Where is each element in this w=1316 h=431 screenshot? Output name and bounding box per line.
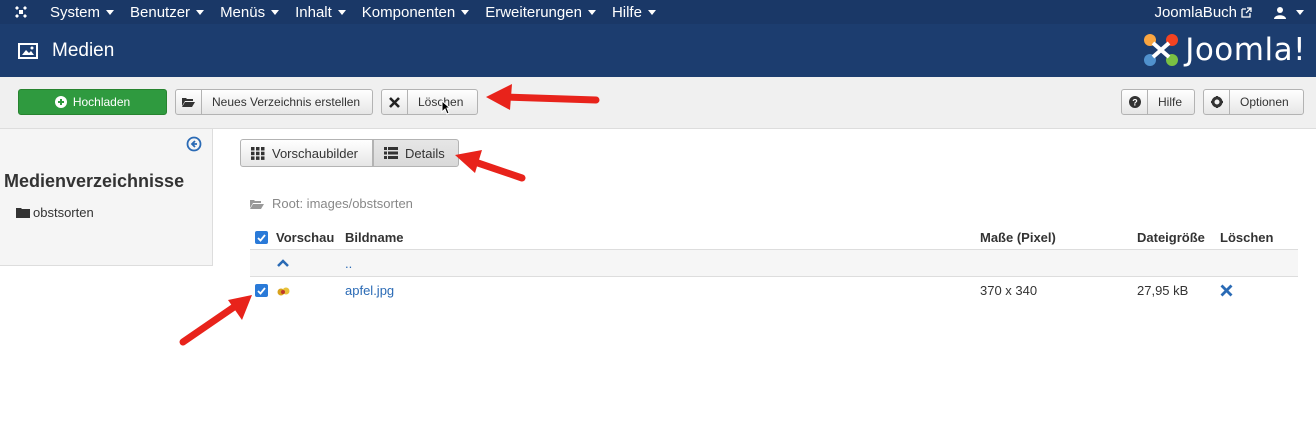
caret-down-icon (271, 9, 280, 15)
row-checkbox[interactable] (255, 284, 268, 297)
image-icon (18, 42, 38, 59)
chevron-up-icon[interactable] (277, 259, 289, 267)
menu-inhalt[interactable]: Inhalt (287, 4, 354, 21)
caret-down-icon (106, 9, 115, 15)
table-row-parent: .. (250, 250, 1298, 277)
breadcrumb: Root: images/obstsorten (250, 196, 413, 211)
menu-erweiterungen[interactable]: Erweiterungen (477, 4, 604, 21)
caret-down-icon (647, 9, 656, 15)
annotation-arrow-checkbox (179, 295, 252, 346)
grid-icon (251, 146, 265, 160)
table-row: apfel.jpg 370 x 340 27,95 kB (250, 277, 1298, 304)
sidebar-folder-obstsorten[interactable]: obstsorten (16, 205, 94, 220)
joomla-logo-icon (1144, 34, 1179, 66)
plus-circle-icon (54, 96, 67, 108)
user-icon (1274, 6, 1286, 19)
joomla-logo-icon[interactable] (0, 4, 42, 20)
caret-down-icon (196, 9, 205, 15)
delete-x-icon[interactable] (1220, 284, 1233, 297)
column-header-name: Bildname (345, 230, 404, 245)
options-button[interactable]: Optionen (1203, 89, 1304, 115)
caret-down-icon (337, 9, 346, 15)
folder-icon (16, 208, 30, 218)
checkmark-icon (257, 233, 266, 242)
select-all-checkbox[interactable] (255, 231, 268, 244)
menu-menues[interactable]: Menüs (212, 4, 287, 21)
file-dimensions: 370 x 340 (980, 283, 1038, 298)
user-menu[interactable] (1274, 6, 1304, 19)
caret-down-icon (461, 9, 470, 15)
column-header-delete: Löschen (1220, 230, 1274, 245)
checkmark-icon (257, 286, 266, 295)
gear-icon (1210, 96, 1223, 108)
menu-system[interactable]: System (42, 4, 122, 21)
menu-komponenten[interactable]: Komponenten (354, 4, 477, 21)
question-circle-icon: ? (1128, 96, 1141, 108)
parent-directory-link[interactable]: .. (345, 250, 352, 276)
close-icon (389, 96, 400, 108)
thumbnails-view-button[interactable]: Vorschaubilder (240, 139, 373, 167)
joomla-brand-logo: Joomla! (1141, 31, 1306, 69)
column-header-filesize: Dateigröße (1137, 230, 1205, 245)
help-button[interactable]: ? Hilfe (1121, 89, 1195, 115)
table-header: Vorschau Bildname Maße (Pixel) Dateigröß… (250, 226, 1298, 250)
media-table: Vorschau Bildname Maße (Pixel) Dateigröß… (250, 226, 1298, 304)
list-icon (384, 147, 398, 159)
new-folder-button[interactable]: Neues Verzeichnis erstellen (175, 89, 373, 115)
top-navbar: System Benutzer Menüs Inhalt Komponenten… (0, 0, 1316, 24)
toolbar: Hochladen Neues Verzeichnis erstellen Lö… (0, 77, 1316, 129)
annotation-arrow-details (455, 150, 526, 182)
menu-hilfe[interactable]: Hilfe (604, 4, 664, 21)
caret-down-icon (587, 9, 596, 15)
menu-benutzer[interactable]: Benutzer (122, 4, 212, 21)
collapse-arrow-icon[interactable] (186, 136, 202, 152)
external-link-icon (1241, 6, 1252, 18)
page-title: Medien (52, 39, 115, 61)
file-size: 27,95 kB (1137, 283, 1189, 298)
folder-open-icon (182, 98, 195, 107)
page-header: Medien Joomla! (0, 24, 1316, 77)
folder-open-icon (250, 199, 264, 209)
upload-button[interactable]: Hochladen (18, 89, 167, 115)
apple-thumbnail-icon (277, 287, 290, 295)
svg-text:?: ? (1132, 98, 1138, 108)
sidebar-heading: Medienverzeichnisse (4, 171, 185, 191)
details-view-button[interactable]: Details (373, 139, 459, 167)
file-link[interactable]: apfel.jpg (345, 277, 394, 304)
site-link[interactable]: JoomlaBuch (1154, 4, 1252, 21)
media-sidebar: Medienverzeichnisse obstsorten (0, 129, 213, 266)
caret-down-icon (1296, 9, 1304, 15)
mouse-cursor-icon (441, 100, 451, 115)
column-header-preview: Vorschau (276, 230, 335, 245)
delete-button[interactable]: Löschen (381, 89, 478, 115)
column-header-dimensions: Maße (Pixel) (980, 230, 1056, 245)
